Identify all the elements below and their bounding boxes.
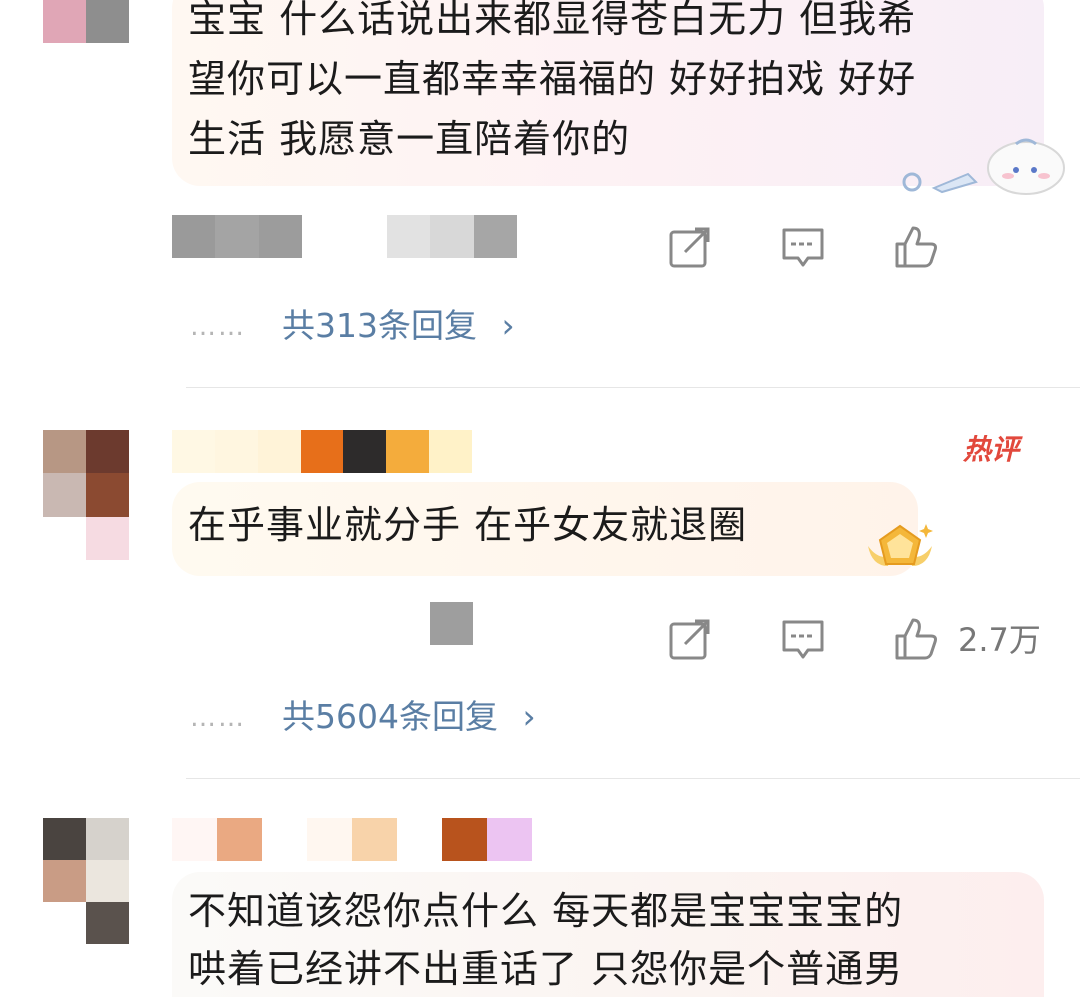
- share-icon[interactable]: [667, 224, 713, 270]
- sticker-icon: [902, 138, 1065, 195]
- post-meta-blurred: [387, 215, 517, 258]
- reply-summary-text: 共313条回复: [282, 306, 477, 345]
- divider: [186, 387, 1080, 388]
- like-count: 2.7万: [958, 621, 1041, 659]
- comment-text-line: 不知道该怨你点什么 每天都是宝宝宝宝的: [188, 889, 904, 933]
- comment-text-line: 宝宝 什么话说出来都显得苍白无力 但我希: [188, 0, 917, 41]
- hot-comment-badge: 热评: [963, 433, 1020, 466]
- reply-summary-link[interactable]: 共313条回复 ›: [282, 304, 515, 348]
- avatar[interactable]: [43, 818, 129, 944]
- post-meta-blurred: [430, 602, 473, 645]
- thumbs-up-icon[interactable]: [893, 616, 939, 662]
- reply-dots: ……: [190, 312, 246, 342]
- chevron-right-icon: ›: [501, 306, 515, 345]
- comment-text-line: 在乎事业就分手 在乎女友就退圈: [188, 503, 748, 547]
- reply-summary-link[interactable]: 共5604条回复 ›: [282, 695, 536, 739]
- author-name-blurred[interactable]: [172, 818, 532, 861]
- avatar[interactable]: [43, 0, 129, 43]
- comment-text-line: 生活 我愿意一直陪着你的: [188, 117, 631, 161]
- reply-dots: ……: [190, 703, 246, 733]
- comment-text-line: 望你可以一直都幸幸福福的 好好拍戏 好好: [188, 57, 917, 101]
- share-icon[interactable]: [667, 616, 713, 662]
- comment-text-line: 哄着已经讲不出重话了 只怨你是个普通男: [188, 947, 904, 991]
- author-name-blurred[interactable]: [172, 430, 472, 473]
- medal-icon: [868, 524, 933, 566]
- thumbs-up-icon[interactable]: [893, 224, 939, 270]
- author-name-blurred[interactable]: [172, 215, 302, 258]
- comment-icon[interactable]: [780, 224, 826, 270]
- comment-icon[interactable]: [780, 616, 826, 662]
- avatar[interactable]: [43, 430, 129, 560]
- divider: [186, 778, 1080, 779]
- chevron-right-icon: ›: [522, 697, 536, 736]
- reply-summary-text: 共5604条回复: [282, 697, 498, 736]
